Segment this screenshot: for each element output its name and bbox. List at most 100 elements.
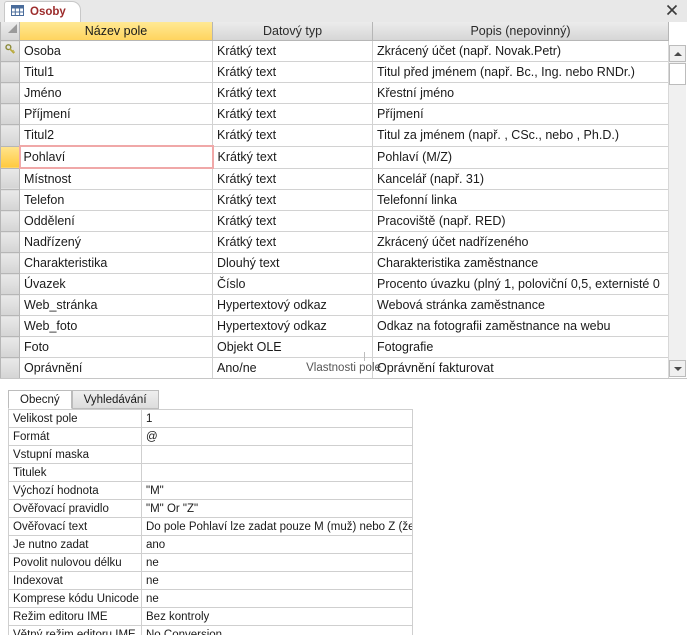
cell-field-name[interactable]: Osoba bbox=[19, 40, 213, 62]
property-row[interactable]: Výchozí hodnota "M" bbox=[8, 481, 413, 500]
property-row[interactable]: Komprese kódu Unicode ne bbox=[8, 589, 413, 608]
table-row[interactable]: Foto Objekt OLE Fotografie bbox=[0, 336, 669, 358]
property-value[interactable]: ne bbox=[141, 589, 413, 608]
cell-field-name[interactable]: Telefon bbox=[19, 189, 213, 211]
row-selector[interactable] bbox=[0, 336, 20, 358]
property-value[interactable]: No Conversion bbox=[141, 625, 413, 635]
cell-data-type[interactable]: Číslo bbox=[212, 273, 373, 295]
table-row-selected[interactable]: Pohlaví Krátký text Pohlaví (M/Z) bbox=[0, 145, 669, 169]
cell-field-name[interactable]: Úvazek bbox=[19, 273, 213, 295]
property-row[interactable]: Ověřovací pravidlo "M" Or "Z" bbox=[8, 499, 413, 518]
tab-vyhledavani[interactable]: Vyhledávání bbox=[71, 390, 159, 409]
cell-description[interactable]: Titul za jménem (např. , CSc., nebo , Ph… bbox=[372, 124, 669, 147]
cell-data-type[interactable]: Krátký text bbox=[212, 82, 373, 104]
row-selector[interactable] bbox=[0, 315, 20, 337]
cell-field-name[interactable]: Titul2 bbox=[19, 124, 213, 147]
property-value[interactable]: "M" Or "Z" bbox=[141, 499, 413, 518]
cell-data-type[interactable]: Krátký text bbox=[212, 231, 373, 253]
table-row[interactable]: Úvazek Číslo Procento úvazku (plný 1, po… bbox=[0, 273, 669, 295]
cell-data-type[interactable]: Krátký text bbox=[212, 210, 373, 232]
row-selector[interactable] bbox=[0, 103, 20, 125]
cell-data-type[interactable]: Krátký text bbox=[212, 145, 373, 169]
property-value[interactable]: 1 bbox=[141, 409, 413, 428]
tab-obecny[interactable]: Obecný bbox=[8, 390, 72, 409]
scroll-thumb[interactable] bbox=[669, 63, 686, 85]
property-value[interactable] bbox=[141, 463, 413, 482]
cell-description[interactable]: Křestní jméno bbox=[372, 82, 669, 104]
cell-field-name[interactable]: Web_stránka bbox=[19, 294, 213, 316]
cell-data-type[interactable]: Objekt OLE bbox=[212, 336, 373, 358]
cell-field-name[interactable]: Web_foto bbox=[19, 315, 213, 337]
table-row[interactable]: Titul2 Krátký text Titul za jménem (např… bbox=[0, 124, 669, 147]
cell-description[interactable]: Odkaz na fotografii zaměstnance na webu bbox=[372, 315, 669, 337]
close-icon[interactable] bbox=[665, 3, 679, 17]
property-value[interactable]: Bez kontroly bbox=[141, 607, 413, 626]
cell-field-name[interactable]: Titul1 bbox=[19, 61, 213, 83]
table-row[interactable]: Příjmení Krátký text Příjmení bbox=[0, 103, 669, 125]
row-selector[interactable] bbox=[0, 273, 20, 295]
column-header-field-name[interactable]: Název pole bbox=[19, 22, 213, 41]
cell-description[interactable]: Titul před jménem (např. Bc., Ing. nebo … bbox=[372, 61, 669, 83]
property-row[interactable]: Režim editoru IME Bez kontroly bbox=[8, 607, 413, 626]
property-value[interactable]: "M" bbox=[141, 481, 413, 500]
property-value[interactable]: @ bbox=[141, 427, 413, 446]
cell-data-type[interactable]: Hypertextový odkaz bbox=[212, 294, 373, 316]
table-row[interactable]: Osoba Krátký text Zkrácený účet (např. N… bbox=[0, 40, 669, 62]
row-selector[interactable] bbox=[0, 167, 20, 190]
table-row[interactable]: Oddělení Krátký text Pracoviště (např. R… bbox=[0, 210, 669, 232]
cell-data-type[interactable]: Krátký text bbox=[212, 189, 373, 211]
table-row[interactable]: Jméno Krátký text Křestní jméno bbox=[0, 82, 669, 104]
row-selector[interactable] bbox=[0, 231, 20, 253]
cell-field-name[interactable]: Charakteristika bbox=[19, 252, 213, 274]
cell-description[interactable]: Telefonní linka bbox=[372, 189, 669, 211]
property-row[interactable]: Titulek bbox=[8, 463, 413, 482]
property-row[interactable]: Velikost pole 1 bbox=[8, 409, 413, 428]
row-selector[interactable] bbox=[0, 294, 20, 316]
row-selector-current[interactable] bbox=[0, 145, 20, 169]
cell-description[interactable]: Charakteristika zaměstnance bbox=[372, 252, 669, 274]
table-row[interactable]: Nadřízený Krátký text Zkrácený účet nadř… bbox=[0, 231, 669, 253]
document-tab-osoby[interactable]: Osoby bbox=[4, 1, 81, 22]
row-selector[interactable] bbox=[0, 252, 20, 274]
row-selector[interactable] bbox=[0, 61, 20, 83]
table-row[interactable]: Místnost Krátký text Kancelář (např. 31) bbox=[0, 167, 669, 190]
cell-description[interactable]: Příjmení bbox=[372, 103, 669, 125]
row-selector-primary-key[interactable] bbox=[0, 40, 20, 62]
property-row[interactable]: Povolit nulovou délku ne bbox=[8, 553, 413, 572]
property-value[interactable]: ano bbox=[141, 535, 413, 554]
table-row[interactable]: Titul1 Krátký text Titul před jménem (na… bbox=[0, 61, 669, 83]
property-row[interactable]: Vstupní maska bbox=[8, 445, 413, 464]
cell-description[interactable]: Procento úvazku (plný 1, poloviční 0,5, … bbox=[372, 273, 669, 295]
grid-vertical-scrollbar[interactable] bbox=[668, 45, 686, 377]
table-row[interactable]: Web_stránka Hypertextový odkaz Webová st… bbox=[0, 294, 669, 316]
cell-description[interactable]: Fotografie bbox=[372, 336, 669, 358]
cell-field-name[interactable]: Nadřízený bbox=[19, 231, 213, 253]
property-value[interactable]: ne bbox=[141, 571, 413, 590]
property-value[interactable] bbox=[141, 445, 413, 464]
table-row[interactable]: Web_foto Hypertextový odkaz Odkaz na fot… bbox=[0, 315, 669, 337]
cell-field-name[interactable]: Jméno bbox=[19, 82, 213, 104]
cell-field-name[interactable]: Místnost bbox=[19, 167, 213, 190]
property-row[interactable]: Větný režim editoru IME No Conversion bbox=[8, 625, 413, 635]
property-value[interactable]: Do pole Pohlaví lze zadat pouze M (muž) … bbox=[141, 517, 413, 536]
row-selector[interactable] bbox=[0, 82, 20, 104]
property-row[interactable]: Ověřovací text Do pole Pohlaví lze zadat… bbox=[8, 517, 413, 536]
select-all-corner[interactable] bbox=[0, 22, 20, 41]
cell-data-type[interactable]: Krátký text bbox=[212, 61, 373, 83]
cell-data-type[interactable]: Dlouhý text bbox=[212, 252, 373, 274]
cell-data-type[interactable]: Hypertextový odkaz bbox=[212, 315, 373, 337]
cell-data-type[interactable]: Krátký text bbox=[212, 124, 373, 147]
cell-data-type[interactable]: Krátký text bbox=[212, 167, 373, 190]
table-row[interactable]: Telefon Krátký text Telefonní linka bbox=[0, 189, 669, 211]
field-design-grid[interactable]: Název pole Datový typ Popis (nepovinný) bbox=[0, 22, 687, 421]
cell-data-type[interactable]: Krátký text bbox=[212, 103, 373, 125]
row-selector[interactable] bbox=[0, 124, 20, 147]
scroll-up-button[interactable] bbox=[669, 45, 686, 62]
column-header-data-type[interactable]: Datový typ bbox=[212, 22, 373, 41]
cell-data-type[interactable]: Krátký text bbox=[212, 40, 373, 62]
cell-description[interactable]: Zkrácený účet nadřízeného bbox=[372, 231, 669, 253]
cell-description[interactable]: Pracoviště (např. RED) bbox=[372, 210, 669, 232]
row-selector[interactable] bbox=[0, 189, 20, 211]
cell-description[interactable]: Zkrácený účet (např. Novak.Petr) bbox=[372, 40, 669, 62]
cell-field-name[interactable]: Příjmení bbox=[19, 103, 213, 125]
